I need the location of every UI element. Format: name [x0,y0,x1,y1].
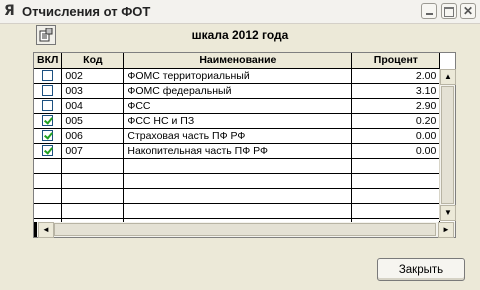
enabled-cell [34,158,63,174]
table-row[interactable] [34,203,441,219]
name-cell[interactable] [123,173,353,189]
data-grid: ВКЛ Код Наименование Процент 002 ФОМС тер… [33,52,456,238]
title-bar: Я Отчисления от ФОТ ✕ [0,0,480,24]
enabled-checkbox[interactable] [42,130,54,142]
table-row[interactable]: 005 ФСС НС и ПЗ 0.20 [34,113,441,129]
deductions-table: ВКЛ Код Наименование Процент 002 ФОМС тер… [34,53,441,234]
name-cell[interactable] [123,188,353,204]
name-cell[interactable] [123,203,353,219]
scroll-right-button[interactable]: ► [438,222,454,238]
enabled-checkbox[interactable] [42,145,54,157]
percent-cell[interactable] [351,188,441,204]
percent-cell[interactable]: 0.00 [351,128,441,144]
enabled-checkbox[interactable] [42,85,54,97]
window-title: Отчисления от ФОТ [22,4,151,19]
code-cell[interactable]: 002 [61,68,125,84]
name-cell[interactable]: ФОМС федеральный [123,83,353,99]
percent-cell[interactable]: 2.90 [351,98,441,114]
vertical-scrollbar[interactable]: ▲ ▼ [439,69,456,221]
percent-cell[interactable]: 2.00 [351,68,441,84]
code-cell[interactable] [61,158,125,174]
enabled-checkbox[interactable] [42,115,54,127]
scroll-up-button[interactable]: ▲ [440,69,456,85]
minimize-icon [425,13,433,15]
code-cell[interactable]: 003 [61,83,125,99]
percent-cell[interactable] [351,173,441,189]
scroll-down-button[interactable]: ▼ [440,205,456,221]
name-cell[interactable]: Накопительная часть ПФ РФ [123,143,353,159]
code-cell[interactable]: 006 [61,128,125,144]
code-cell[interactable] [61,188,125,204]
percent-cell[interactable]: 0.20 [351,113,441,129]
column-header-name[interactable]: Наименование [123,53,353,69]
name-cell[interactable] [123,158,353,174]
minimize-button[interactable] [421,3,437,19]
close-button[interactable]: Закрыть [377,258,465,281]
horizontal-scroll-thumb[interactable] [54,223,436,236]
maximize-icon [444,7,454,17]
percent-cell[interactable] [351,203,441,219]
table-row[interactable]: 006 Страховая часть ПФ РФ 0.00 [34,128,441,144]
enabled-cell [34,113,63,129]
table-row[interactable]: 003 ФОМС федеральный 3.10 [34,83,441,99]
code-cell[interactable] [61,203,125,219]
column-header-code[interactable]: Код [61,53,125,69]
column-header-enabled[interactable]: ВКЛ [34,53,63,69]
name-cell[interactable]: ФСС [123,98,353,114]
enabled-cell [34,173,63,189]
dialog-window: Я Отчисления от ФОТ ✕ шкала 2012 года ВК… [0,0,480,290]
enabled-cell [34,68,63,84]
table-row[interactable]: 004 ФСС 2.90 [34,98,441,114]
name-cell[interactable]: Страховая часть ПФ РФ [123,128,353,144]
table-row[interactable] [34,188,441,204]
app-icon[interactable]: Я [4,3,20,19]
code-cell[interactable]: 005 [61,113,125,129]
row-indicator [34,222,37,237]
table-header-row: ВКЛ Код Наименование Процент [34,53,441,69]
column-header-percent[interactable]: Процент [351,53,441,69]
maximize-button[interactable] [441,3,457,19]
enabled-checkbox[interactable] [42,100,54,112]
page-title: шкала 2012 года [191,28,289,42]
percent-cell[interactable]: 0.00 [351,143,441,159]
enabled-cell [34,83,63,99]
table-row[interactable]: 002 ФОМС территориальный 2.00 [34,68,441,84]
scroll-left-button[interactable]: ◄ [38,222,54,238]
enabled-cell [34,98,63,114]
table-row[interactable] [34,158,441,174]
code-cell[interactable]: 004 [61,98,125,114]
name-cell[interactable]: ФОМС территориальный [123,68,353,84]
close-window-button[interactable]: ✕ [460,3,476,19]
enabled-cell [34,188,63,204]
percent-cell[interactable]: 3.10 [351,83,441,99]
name-cell[interactable]: ФСС НС и ПЗ [123,113,353,129]
enabled-cell [34,128,63,144]
table-row[interactable]: 007 Накопительная часть ПФ РФ 0.00 [34,143,441,159]
vertical-scroll-thumb[interactable] [441,86,454,204]
code-cell[interactable] [61,173,125,189]
percent-cell[interactable] [351,158,441,174]
enabled-cell [34,203,63,219]
code-cell[interactable]: 007 [61,143,125,159]
close-button-label: Закрыть [398,264,444,276]
enabled-cell [34,143,63,159]
enabled-checkbox[interactable] [42,70,54,82]
close-icon: ✕ [462,4,474,18]
table-row[interactable] [34,173,441,189]
horizontal-scrollbar[interactable]: ◄ ► [34,222,455,238]
